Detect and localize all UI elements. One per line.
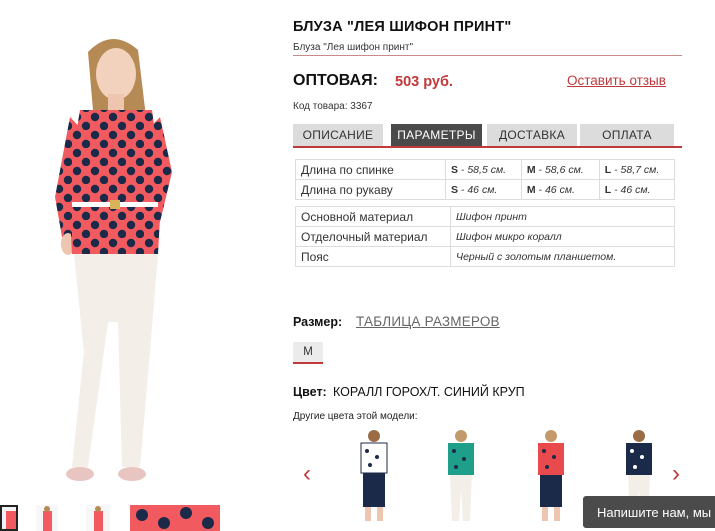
thumbnail-3[interactable] (86, 505, 110, 531)
param-name: Длина по рукаву (295, 179, 446, 200)
tab-payment[interactable]: ОПЛАТА (580, 124, 674, 146)
param-value: M - 58,6 см. (520, 159, 600, 180)
tab-description[interactable]: ОПИСАНИЕ (293, 124, 383, 146)
thumbnail-1[interactable] (0, 505, 18, 531)
param-value: L - 46 см. (598, 179, 676, 200)
tabs-underline (293, 146, 682, 148)
other-colors-label: Другие цвета этой модели: (293, 411, 418, 422)
tab-delivery[interactable]: ДОСТАВКА (487, 124, 577, 146)
chevron-left-icon[interactable]: ‹ (303, 462, 311, 486)
title-divider (293, 55, 682, 56)
material-name: Отделочный материал (295, 226, 451, 247)
color-label: Цвет: (293, 385, 327, 399)
thumbnail-2[interactable] (36, 505, 58, 531)
price-label: ОПТОВАЯ: (293, 72, 378, 89)
size-table-link[interactable]: ТАБЛИЦА РАЗМЕРОВ (356, 314, 500, 329)
param-name: Длина по спинке (295, 159, 446, 180)
table-row: Основной материал Шифон принт (295, 206, 675, 227)
table-row: Длина по рукаву S - 46 см. M - 46 см. L … (295, 179, 676, 200)
thumbnail-4[interactable] (130, 505, 220, 531)
param-value: L - 58,7 см. (598, 159, 676, 180)
chevron-right-icon[interactable]: › (672, 462, 680, 486)
table-row: Отделочный материал Шифон микро коралл (295, 226, 675, 247)
measurements-table: Длина по спинке S - 58,5 см. M - 58,6 см… (295, 159, 676, 200)
param-value: M - 46 см. (520, 179, 600, 200)
material-value: Шифон принт (450, 206, 675, 227)
color-value: КОРАЛЛ ГОРОХ/Т. СИНИЙ КРУП (333, 385, 525, 399)
size-label: Размер: (293, 315, 343, 329)
material-value: Черный с золотым планшетом. (450, 246, 675, 267)
table-row: Длина по спинке S - 58,5 см. M - 58,6 см… (295, 159, 676, 180)
color-variant-3[interactable] (520, 427, 582, 525)
materials-table: Основной материал Шифон принт Отделочный… (295, 206, 675, 267)
color-variant-2[interactable] (430, 427, 492, 525)
material-value: Шифон микро коралл (450, 226, 675, 247)
product-sku: Код товара: 3367 (293, 101, 373, 112)
table-row: Пояс Черный с золотым планшетом. (295, 246, 675, 267)
param-value: S - 46 см. (445, 179, 522, 200)
chat-widget-button[interactable]: Напишите нам, мы (583, 496, 715, 528)
price-value: 503 руб. (395, 74, 453, 90)
product-main-photo[interactable] (0, 22, 240, 492)
tab-parameters[interactable]: ПАРАМЕТРЫ (391, 124, 482, 146)
material-name: Основной материал (295, 206, 451, 227)
param-value: S - 58,5 см. (445, 159, 522, 180)
product-title: БЛУЗА "ЛЕЯ ШИФОН ПРИНТ" (293, 19, 512, 35)
product-subtitle: Блуза "Лея шифон принт" (293, 42, 413, 53)
leave-review-link[interactable]: Оставить отзыв (567, 73, 666, 88)
color-variant-1[interactable] (343, 427, 405, 525)
product-tabs: ОПИСАНИЕ ПАРАМЕТРЫ ДОСТАВКА ОПЛАТА (293, 124, 682, 148)
size-option-m[interactable]: M (293, 342, 323, 364)
photo-thumbnails (0, 505, 240, 531)
material-name: Пояс (295, 246, 451, 267)
